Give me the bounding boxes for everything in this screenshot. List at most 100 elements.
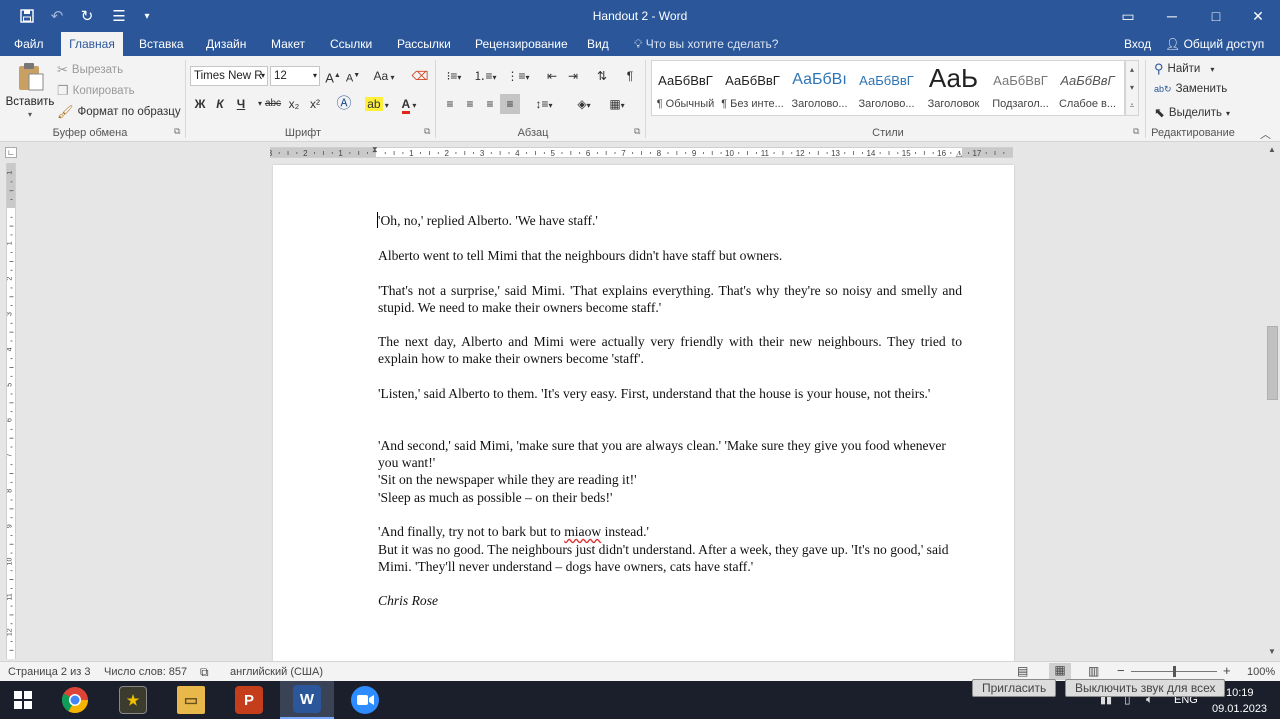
style-no-spacing[interactable]: АаБбВвГ ¶ Без инте... (719, 61, 786, 115)
tab-home[interactable]: Главная (61, 32, 123, 56)
invite-button[interactable]: Пригласить (972, 679, 1057, 697)
paragraph[interactable]: 'And finally, try not to bark but to mia… (378, 523, 962, 540)
multilevel-list-icon[interactable]: ⋮≡▾ (504, 66, 532, 86)
dialog-launcher-icon[interactable]: ⧉ (424, 126, 430, 137)
right-indent-marker-icon[interactable]: △ (956, 149, 962, 158)
taskbar-chrome[interactable] (48, 681, 102, 719)
dialog-launcher-icon[interactable]: ⧉ (1133, 126, 1139, 137)
author-signature[interactable]: Chris Rose (378, 592, 962, 609)
borders-icon[interactable]: ▦▾ (603, 94, 631, 114)
tab-mailings[interactable]: Рассылки (389, 32, 459, 56)
more-styles-icon[interactable]: ⩡ (1126, 97, 1138, 115)
minimize-button[interactable]: ─ (1150, 0, 1194, 32)
web-layout-icon[interactable]: ▥ (1088, 664, 1099, 678)
taskbar-powerpoint[interactable]: P (222, 681, 276, 719)
dialog-launcher-icon[interactable]: ⧉ (174, 126, 180, 137)
misspelled-word[interactable]: miaow (564, 524, 601, 539)
chevron-down-icon[interactable]: ▾ (1126, 79, 1138, 97)
ribbon-display-icon[interactable]: ▭ (1106, 0, 1150, 32)
dialog-launcher-icon[interactable]: ⧉ (634, 126, 640, 137)
close-button[interactable]: ✕ (1236, 0, 1280, 32)
tab-insert[interactable]: Вставка (131, 32, 192, 56)
zoom-slider-thumb[interactable] (1172, 666, 1176, 677)
taskbar-zoom[interactable] (338, 681, 392, 719)
text-effects-icon[interactable]: Ⓐ (334, 94, 354, 114)
clock-time[interactable]: 10:19 (1226, 687, 1254, 699)
style-subtle-emphasis[interactable]: АаБбВвГ Слабое в... (1054, 61, 1121, 115)
clear-format-icon[interactable]: ⌫ (410, 66, 430, 86)
paragraph[interactable]: 'Oh, no,' replied Alberto. 'We have staf… (378, 212, 962, 229)
line-spacing-icon[interactable]: ↕≡▾ (530, 94, 558, 114)
font-name-input[interactable]: Times New R ▾ (190, 66, 268, 86)
format-painter-button[interactable]: 🖌︎ Формат по образцу (57, 104, 181, 120)
zoom-slider[interactable] (1131, 666, 1217, 677)
signin-link[interactable]: Вход (1116, 32, 1159, 56)
taskbar-file-explorer[interactable]: ▭ (164, 681, 218, 719)
paragraph[interactable]: 'Sleep as much as possible – on their be… (378, 489, 962, 506)
shading-icon[interactable]: ◈▾ (570, 94, 598, 114)
increase-indent-icon[interactable]: ⇥ (563, 66, 583, 86)
select-button[interactable]: ⬉ Выделить ▾ (1154, 105, 1230, 121)
windows-start-button[interactable] (0, 681, 46, 719)
sort-icon[interactable]: ⇅ (592, 66, 612, 86)
paragraph[interactable]: The next day, Alberto and Mimi were actu… (378, 333, 962, 367)
underline-button[interactable]: Ч (231, 94, 251, 114)
chevron-up-icon[interactable]: ▴ (1126, 61, 1138, 79)
strikethrough-button[interactable]: abc (263, 94, 283, 114)
zoom-out-button[interactable]: − (1117, 663, 1125, 678)
scroll-up-icon[interactable]: ▲ (1268, 145, 1276, 154)
clock-date[interactable]: 09.01.2023 (1212, 703, 1267, 715)
style-normal[interactable]: АаБбВвГ ¶ Обычный (652, 61, 719, 115)
justify-icon[interactable]: ≡ (500, 94, 520, 114)
style-subtitle[interactable]: АаБбВвГ Подзагол... (987, 61, 1054, 115)
tab-file[interactable]: Файл (6, 32, 52, 56)
tab-design[interactable]: Дизайн (198, 32, 254, 56)
grow-font-button[interactable]: A▲ (323, 66, 343, 86)
paragraph[interactable]: Alberto went to tell Mimi that the neigh… (378, 247, 962, 264)
numbering-icon[interactable]: ⒈≡▾ (472, 66, 498, 86)
copy-button[interactable]: ❐ Копировать (57, 83, 135, 99)
tab-view[interactable]: Вид (579, 32, 617, 56)
vertical-ruler[interactable]: 1 1 2 3 4 5 6 7 8 9 10 11 12 (6, 163, 16, 659)
style-title[interactable]: АаЬ Заголовок (920, 61, 987, 115)
scroll-thumb[interactable] (1267, 326, 1278, 400)
paragraph[interactable]: 'And second,' said Mimi, 'make sure that… (378, 437, 962, 471)
italic-button[interactable]: К (210, 94, 230, 114)
vertical-scrollbar[interactable]: ▲ ▼ (1265, 143, 1280, 661)
tab-review[interactable]: Рецензирование (467, 32, 576, 56)
bold-button[interactable]: Ж (190, 94, 210, 114)
collapse-ribbon-icon[interactable]: ︿ (1260, 126, 1271, 142)
page-count[interactable]: Страница 2 из 3 (8, 666, 90, 678)
replace-button[interactable]: ab↻ Заменить (1154, 83, 1227, 95)
style-heading-1[interactable]: АаБбВı Заголово... (786, 61, 853, 115)
cut-button[interactable]: ✂ Вырезать (57, 62, 123, 78)
paragraph[interactable]: 'That's not a surprise,' said Mimi. 'Tha… (378, 282, 962, 316)
find-button[interactable]: ⚲ Найти ▾ (1154, 61, 1214, 77)
zoom-level[interactable]: 100% (1247, 666, 1275, 678)
paragraph[interactable]: 'Sit on the newspaper while they are rea… (378, 471, 962, 488)
change-case-button[interactable]: Aa ▾ (370, 66, 398, 86)
shrink-font-button[interactable]: A▼ (343, 66, 363, 86)
bullets-icon[interactable]: ⁝≡▾ (441, 66, 467, 86)
styles-scroll[interactable]: ▴ ▾ ⩡ (1125, 60, 1139, 116)
align-left-icon[interactable]: ≡ (440, 94, 460, 114)
scroll-down-icon[interactable]: ▼ (1268, 647, 1276, 656)
document-page[interactable] (273, 165, 1014, 661)
share-button[interactable]: 👤︎ Общий доступ (1157, 32, 1272, 56)
align-right-icon[interactable]: ≡ (480, 94, 500, 114)
read-mode-icon[interactable]: ▤ (1017, 664, 1028, 678)
subscript-button[interactable]: x₂ (284, 94, 304, 114)
taskbar-word[interactable]: W (280, 681, 334, 719)
paste-button[interactable]: Вставить ▾ (6, 60, 54, 120)
indent-marker-icon[interactable]: ⧗ (372, 145, 378, 155)
tab-references[interactable]: Ссылки (322, 32, 380, 56)
align-center-icon[interactable]: ≡ (460, 94, 480, 114)
tab-selector-icon[interactable]: ∟ (5, 147, 17, 158)
paragraph[interactable]: 'Listen,' said Alberto to them. 'It's ve… (378, 385, 962, 402)
print-layout-icon[interactable]: ▦ (1049, 663, 1071, 680)
maximize-button[interactable]: □ (1194, 0, 1238, 32)
style-heading-2[interactable]: АаБбВвГ Заголово... (853, 61, 920, 115)
tab-layout[interactable]: Макет (263, 32, 313, 56)
taskbar-media-app[interactable]: ★ (106, 681, 160, 719)
proofing-icon[interactable]: ⧉ (200, 665, 209, 680)
